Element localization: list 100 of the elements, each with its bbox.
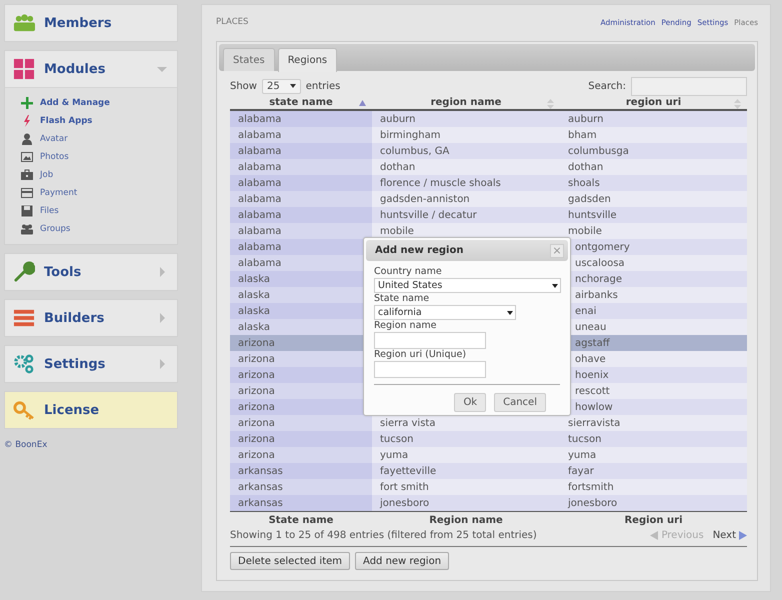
table-cell: alabama bbox=[230, 159, 372, 175]
table-cell: birmingham bbox=[372, 127, 560, 143]
table-cell: fayetteville bbox=[372, 463, 560, 479]
page-size-select[interactable]: 25 bbox=[262, 78, 301, 94]
column-header[interactable]: state name bbox=[269, 96, 333, 108]
submenu-link[interactable]: Avatar bbox=[40, 134, 68, 144]
sidebar-item[interactable]: Settings bbox=[5, 346, 177, 382]
submenu-link[interactable]: Job bbox=[40, 170, 54, 180]
table-cell: arizona bbox=[230, 447, 372, 463]
people-icon bbox=[13, 12, 35, 34]
sidebar-item[interactable]: License bbox=[5, 392, 177, 428]
table-cell: arizona bbox=[230, 415, 372, 431]
table-cell: alabama bbox=[230, 143, 372, 159]
table-cell: tucson bbox=[372, 431, 560, 447]
sidebar-item[interactable]: Members bbox=[5, 5, 177, 41]
table-cell: gadsden-anniston bbox=[372, 191, 560, 207]
caret-down-icon bbox=[290, 84, 296, 88]
submenu-link[interactable]: Flash Apps bbox=[40, 116, 92, 126]
table-cell: fayar bbox=[560, 463, 747, 479]
search-label: Search: bbox=[588, 80, 626, 92]
copyright-text: © BoonEx bbox=[4, 440, 48, 450]
action-button[interactable]: Delete selected item bbox=[230, 552, 350, 570]
sidebar-label: Builders bbox=[44, 310, 106, 326]
table-cell: yuma bbox=[560, 447, 747, 463]
table-cell: alabama bbox=[230, 127, 372, 143]
column-footer: Region name bbox=[429, 514, 503, 526]
table-cell: columbus, GA bbox=[372, 143, 560, 159]
column-footer: Region uri bbox=[624, 514, 683, 526]
table-cell: huntsville / decatur bbox=[372, 207, 560, 223]
submenu-link[interactable]: Add & Manage bbox=[40, 98, 110, 108]
table-cell: fortsmith bbox=[560, 479, 747, 495]
sidebar-item[interactable]: Builders bbox=[5, 300, 177, 336]
right-arrow-icon bbox=[739, 530, 747, 540]
table-cell: jonesboro bbox=[560, 495, 747, 512]
list-icon bbox=[13, 307, 35, 329]
column-header[interactable]: region name bbox=[430, 96, 502, 108]
submenu-link[interactable]: Photos bbox=[40, 152, 69, 162]
table-cell: jonesboro bbox=[372, 495, 560, 512]
lightning-icon bbox=[21, 115, 33, 127]
table-cell: shoals bbox=[560, 175, 747, 191]
sidebar-label: Settings bbox=[44, 356, 106, 372]
column-footer: State name bbox=[268, 514, 334, 526]
input-field[interactable] bbox=[374, 361, 486, 378]
page-title: PLACES bbox=[216, 17, 248, 27]
submenu-link[interactable]: Payment bbox=[40, 188, 78, 198]
table-info: Showing 1 to 25 of 498 entries (filtered from 25 total entries) bbox=[230, 530, 537, 540]
select-field[interactable]: United States bbox=[374, 278, 561, 293]
sidebar-label: Modules bbox=[44, 62, 106, 76]
table-cell: bham bbox=[560, 127, 747, 143]
grid-icon bbox=[13, 58, 35, 80]
field-label: State name bbox=[374, 293, 430, 305]
sidebar-label: License bbox=[44, 402, 100, 418]
table-cell: alabama bbox=[230, 207, 372, 223]
table-cell: alabama bbox=[230, 191, 372, 207]
table-cell: fort smith bbox=[372, 479, 560, 495]
entries-label: entries bbox=[306, 80, 340, 92]
action-button[interactable]: Add new region bbox=[355, 552, 450, 570]
search-field[interactable] bbox=[631, 76, 747, 96]
table-cell: arkansas bbox=[230, 463, 372, 479]
sidebar-label: Tools bbox=[44, 264, 82, 280]
table-cell: huntsville bbox=[560, 207, 747, 223]
table-cell: auburn bbox=[560, 110, 747, 127]
tab[interactable]: States bbox=[223, 48, 275, 71]
column-header[interactable]: region uri bbox=[626, 96, 682, 108]
sidebar-item[interactable]: Modules bbox=[5, 51, 177, 87]
next-link[interactable]: Next bbox=[712, 530, 747, 540]
sidebar-item[interactable]: Tools bbox=[5, 254, 177, 290]
gears-icon bbox=[13, 353, 35, 375]
input-field[interactable] bbox=[374, 332, 486, 349]
field-label: Region name bbox=[374, 320, 438, 332]
tab[interactable]: Regions bbox=[278, 48, 338, 72]
table-cell: gadsden bbox=[560, 191, 747, 207]
show-label: Show bbox=[230, 80, 257, 92]
image-icon bbox=[21, 151, 33, 163]
group-icon bbox=[21, 223, 33, 235]
select-field[interactable]: california bbox=[374, 305, 516, 320]
briefcase-icon bbox=[21, 169, 33, 181]
table-cell: arkansas bbox=[230, 479, 372, 495]
dialog-button[interactable]: Cancel bbox=[494, 393, 546, 412]
dialog-button[interactable]: Ok bbox=[454, 393, 486, 412]
plus-icon bbox=[21, 97, 33, 109]
submenu-link[interactable]: Files bbox=[40, 206, 59, 216]
caret-down-icon bbox=[507, 310, 513, 314]
left-arrow-icon bbox=[650, 530, 658, 540]
dialog-title: Add new region bbox=[375, 245, 464, 256]
table-cell: alabama bbox=[230, 110, 372, 127]
submenu-link[interactable]: Groups bbox=[40, 224, 70, 234]
field-label: Region uri (Unique) bbox=[374, 349, 468, 361]
table-cell: sierra vista bbox=[372, 415, 560, 431]
table-cell: columbusga bbox=[560, 143, 747, 159]
person-icon bbox=[21, 133, 33, 145]
table-cell: mobile bbox=[560, 223, 747, 239]
table-cell: tucson bbox=[560, 431, 747, 447]
table-cell: auburn bbox=[372, 110, 560, 127]
table-cell: arizona bbox=[230, 431, 372, 447]
table-cell: alabama bbox=[230, 223, 372, 239]
table-cell: sierravista bbox=[560, 415, 747, 431]
table-cell: florence / muscle shoals bbox=[372, 175, 560, 191]
field-label: Country name bbox=[374, 266, 443, 278]
table-cell: dothan bbox=[560, 159, 747, 175]
